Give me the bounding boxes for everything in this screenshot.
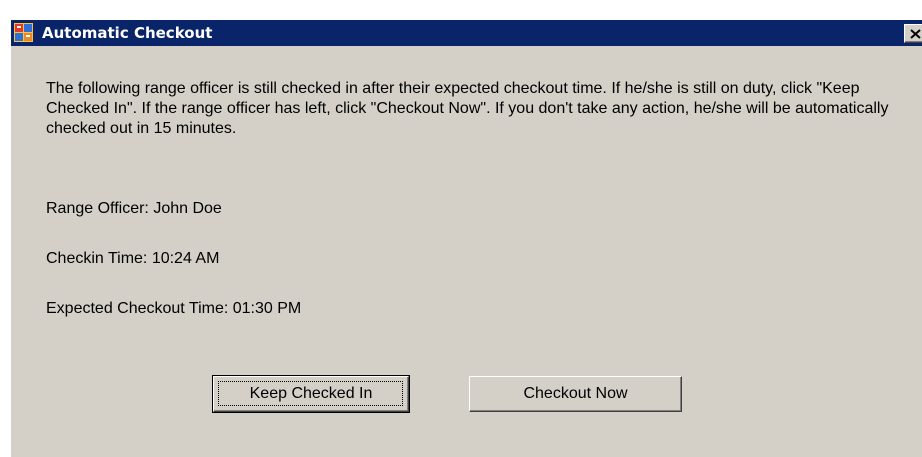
instruction-message: The following range officer is still che… [46,80,889,137]
keep-checked-in-button[interactable]: Keep Checked In [212,375,410,413]
app-icon [14,23,33,42]
close-button[interactable] [904,24,922,43]
checkout-now-label: Checkout Now [523,385,628,402]
range-officer-label: Range Officer: John Doe [46,200,222,217]
title-bar[interactable]: Automatic Checkout [11,20,922,46]
keep-checked-in-label: Keep Checked In [249,385,373,402]
checkout-now-button[interactable]: Checkout Now [469,376,682,412]
window-title: Automatic Checkout [42,24,213,42]
expected-checkout-time-label: Expected Checkout Time: 01:30 PM [46,300,302,317]
close-icon [910,29,921,39]
checkin-time-label: Checkin Time: 10:24 AM [46,250,220,267]
automatic-checkout-dialog: Automatic Checkout The following range o… [10,19,922,457]
